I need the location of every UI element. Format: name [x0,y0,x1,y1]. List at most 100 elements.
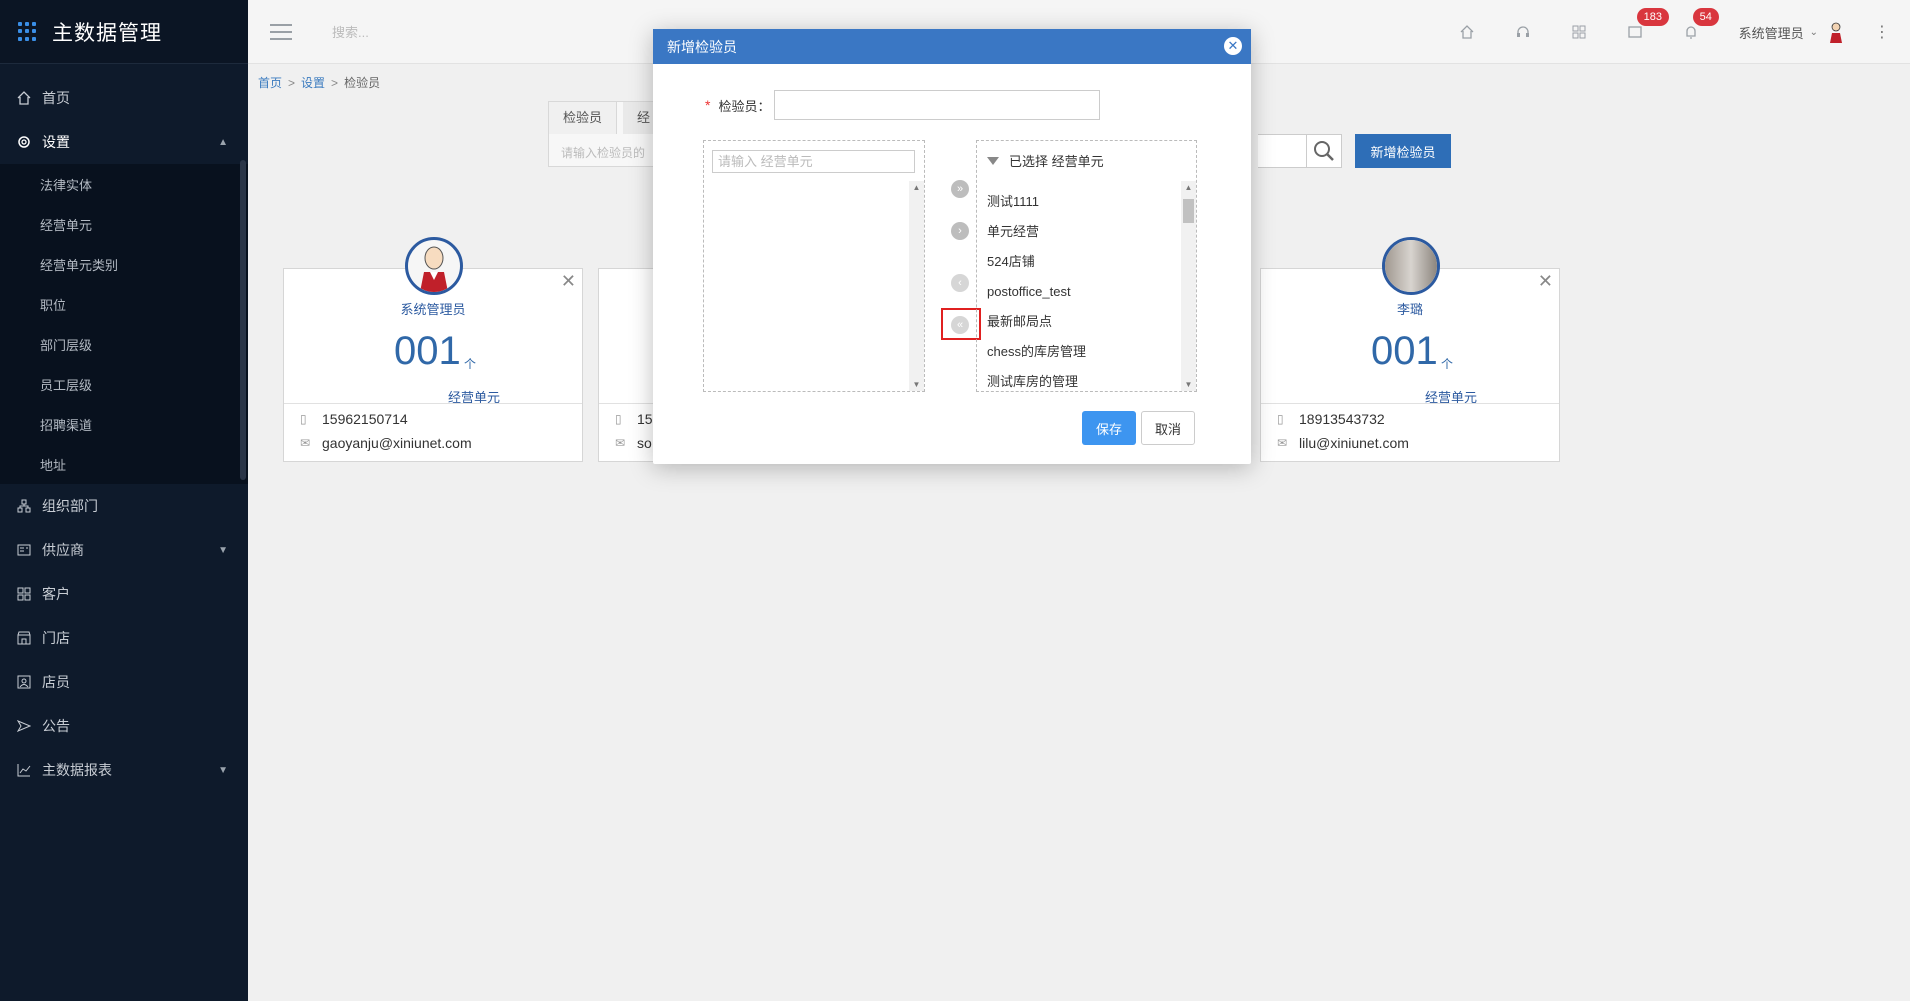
cancel-button[interactable]: 取消 [1141,411,1195,445]
message-button[interactable]: 183 [1607,0,1669,64]
inspector-search-input[interactable]: 请输入检验员的 [561,144,645,161]
sidebar-subitem[interactable]: 地址 [0,444,248,484]
headset-icon[interactable] [1495,0,1551,64]
breadcrumb-home[interactable]: 首页 [258,76,282,90]
notification-button[interactable]: 54 [1663,0,1719,64]
app-grid-icon [18,21,38,42]
card-count: 001 [394,329,461,373]
selected-list-scrollbar[interactable]: ▲ ▼ [1181,181,1196,391]
inspector-card: ✕ 李璐 001 个 经营单元 ▯ 18913543732 ✉ lilu@xiniu… [1260,237,1560,462]
sidebar-item-label: 设置 [42,134,70,150]
phone-icon: ▯ [615,412,622,426]
list-item[interactable]: postoffice_test [987,277,1086,307]
card-email: ✉ lilu@xiniunet.com [1277,435,1409,451]
card-phone: ▯ 18913543732 [1277,411,1385,427]
home-icon [16,90,32,106]
sidebar-item-label: 店员 [42,674,70,690]
dialog-title: 新增检验员 [667,38,737,55]
chevron-up-icon: ▲ [218,136,228,148]
close-icon[interactable]: ✕ [1224,37,1242,55]
available-list: 请输入 经营单元 ▲ ▼ [703,140,925,392]
user-avatar[interactable] [1828,21,1844,43]
avatar [1382,237,1440,295]
move-right-icon[interactable]: › [951,222,969,240]
home-icon[interactable] [1439,0,1495,64]
close-icon[interactable]: ✕ [1538,271,1553,292]
scroll-down-icon[interactable]: ▼ [909,380,924,389]
card-name: 李璐 [1396,302,1423,317]
inspector-field-row: * 检验员： [705,90,1101,120]
list-item[interactable]: 测试库房的管理 [987,367,1086,397]
sidebar-item-supplier[interactable]: 供应商 ▼ [0,528,248,572]
sidebar-scrollbar[interactable] [240,160,246,480]
breadcrumb-settings[interactable]: 设置 [301,76,325,90]
email-value: lilu@xiniunet.com [1299,435,1409,451]
sidebar-item-label: 主数据报表 [42,762,112,778]
card-name: 系统管理员 [400,302,466,317]
search-button[interactable] [1306,134,1342,168]
sidebar-item-announcement[interactable]: 公告 [0,704,248,748]
global-search-input[interactable]: 搜索... [332,22,369,41]
sidebar-item-staff[interactable]: 店员 [0,660,248,704]
avatar [405,237,463,295]
list-item[interactable]: 测试1111 [987,187,1086,217]
breadcrumb-current: 检验员 [344,76,381,90]
phone-value: 15962150714 [322,411,408,427]
sidebar-subitem[interactable]: 部门层级 [0,324,248,364]
org-icon [16,498,32,514]
chevron-down-icon: ▼ [218,544,228,556]
list-item[interactable]: 524店铺 [987,247,1086,277]
scroll-thumb[interactable] [1183,199,1194,223]
caret-down-icon [987,156,999,165]
search-field-end[interactable] [1258,134,1308,168]
sidebar-item-customer[interactable]: 客户 [0,572,248,616]
available-search-input[interactable]: 请输入 经营单元 [712,150,915,173]
apps-icon[interactable] [1551,0,1607,64]
more-options-icon[interactable]: ⋮ [1874,22,1890,42]
list-item[interactable]: chess的库房管理 [987,337,1086,367]
selected-items: 测试1111 单元经营 524店铺 postoffice_test 最新邮局点 … [987,187,1086,397]
sidebar-subitem[interactable]: 经营单元 [0,204,248,244]
customer-icon [16,586,32,602]
list-item[interactable]: 最新邮局点 [987,307,1086,337]
store-icon [16,630,32,646]
tab-inspector[interactable]: 检验员 [549,102,618,134]
card-email: ✉ gaoyanju@xiniunet.com [300,435,472,451]
sidebar-item-org[interactable]: 组织部门 [0,484,248,528]
required-marker: * [705,97,711,113]
search-icon [1314,141,1334,161]
move-all-right-icon[interactable]: » [951,180,969,198]
sidebar-item-store[interactable]: 门店 [0,616,248,660]
selected-list: 已选择 经营单元 测试1111 单元经营 524店铺 postoffice_te… [976,140,1197,392]
sidebar-item-label: 首页 [42,90,70,106]
menu-toggle-icon[interactable] [270,23,292,40]
scroll-up-icon[interactable]: ▲ [909,183,924,192]
sidebar-subitem[interactable]: 法律实体 [0,164,248,204]
scroll-up-icon[interactable]: ▲ [1181,183,1196,192]
inspector-input[interactable] [774,90,1101,120]
list-item[interactable]: 单元经营 [987,217,1086,247]
sidebar-item-settings[interactable]: 设置 ▲ [0,120,248,164]
scroll-down-icon[interactable]: ▼ [1181,380,1196,389]
topbar-actions: 183 54 系统管理员 ⌄ ⋮ [1439,0,1910,64]
close-icon[interactable]: ✕ [561,271,576,292]
sidebar-item-report[interactable]: 主数据报表 ▼ [0,748,248,792]
add-inspector-button[interactable]: 新增检验员 [1355,134,1451,168]
sidebar-subitem[interactable]: 职位 [0,284,248,324]
save-button[interactable]: 保存 [1082,411,1136,445]
user-name[interactable]: 系统管理员 [1739,23,1804,42]
mail-icon: ✉ [300,436,311,450]
available-list-scrollbar[interactable]: ▲ ▼ [909,181,924,391]
phone-icon: ▯ [1277,412,1284,426]
sidebar-subitem[interactable]: 员工层级 [0,364,248,404]
sidebar-item-label: 供应商 [42,542,84,558]
selected-list-header[interactable]: 已选择 经营单元 [987,151,1104,170]
sidebar-subitem[interactable]: 经营单元类别 [0,244,248,284]
chevron-down-icon[interactable]: ⌄ [1810,27,1818,38]
move-left-icon[interactable]: ‹ [951,274,969,292]
settings-submenu: 法律实体 经营单元 经营单元类别 职位 部门层级 员工层级 招聘渠道 地址 [0,164,248,484]
announcement-icon [16,718,32,734]
sidebar-item-home[interactable]: 首页 [0,76,248,120]
sidebar-subitem[interactable]: 招聘渠道 [0,404,248,444]
supplier-icon [16,542,32,558]
